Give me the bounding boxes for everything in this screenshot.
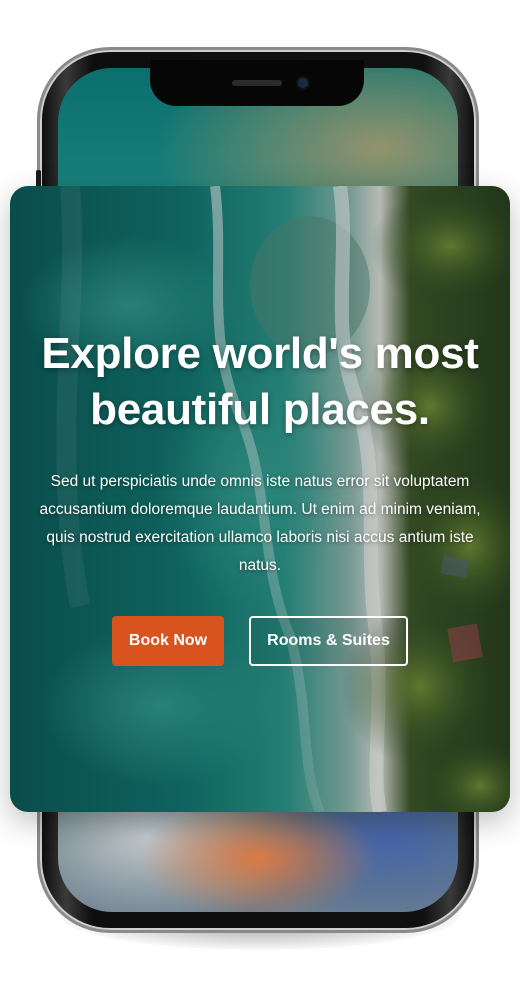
rooms-suites-button[interactable]: Rooms & Suites [249, 616, 408, 666]
hero-description: Sed ut perspiciatis unde omnis iste natu… [39, 473, 481, 574]
phone-camera-icon [298, 78, 308, 88]
hero-content: Explore world's most beautiful places. S… [10, 186, 510, 812]
hero-banner: Explore world's most beautiful places. S… [10, 186, 510, 812]
phone-speaker [232, 80, 282, 86]
hero-title: Explore world's most beautiful places. [41, 329, 479, 434]
book-now-button[interactable]: Book Now [112, 616, 224, 666]
